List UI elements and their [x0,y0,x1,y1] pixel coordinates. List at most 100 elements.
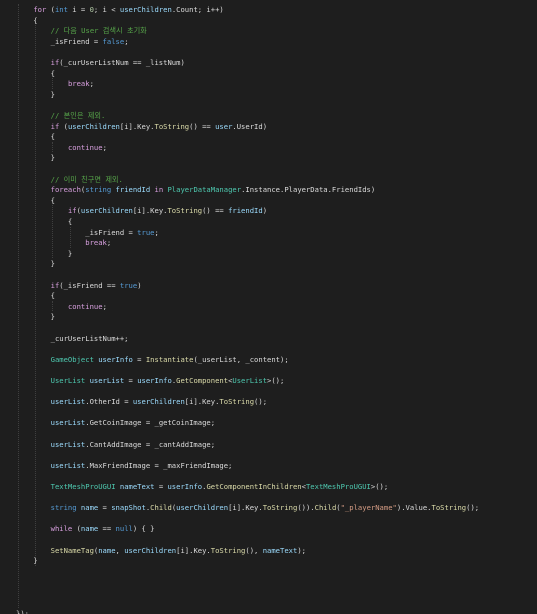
code-editor[interactable]: for (int i = 0; i < userChildren.Count; … [0,0,537,614]
code-token: int [54,5,68,14]
code-line[interactable]: continue; [16,301,107,312]
code-line[interactable]: { [16,68,55,79]
code-token: ; [102,142,107,152]
code-line[interactable]: if (userChildren[i].Key.ToString() == us… [16,121,267,132]
code-line[interactable]: } [16,258,55,269]
code-token: userChildren [124,545,177,555]
code-token: userInfo [137,376,172,385]
code-token: "_playerName" [340,503,397,513]
code-token: continue [67,301,103,311]
code-token: // 본인은 제외. [50,111,106,120]
code-token: userList [50,460,86,470]
code-token: UserList [232,376,268,385]
code-line[interactable]: userList.MaxFriendImage = _maxFriendImag… [16,460,233,471]
code-token: = [124,376,138,385]
code-token: userChildren [119,5,172,14]
code-line[interactable]: } [16,152,55,163]
code-line[interactable]: // 다음 User 검색시 초기화 [16,25,147,36]
code-line[interactable]: break; [16,78,94,89]
code-line[interactable]: SetNameTag(name, userChildren[i].Key.ToS… [16,545,306,556]
code-token: snapShot [111,503,146,513]
code-token: ; [154,227,159,237]
code-token: true [137,227,155,237]
code-token: .UserId) [232,121,268,131]
code-line[interactable]: _isFriend = true; [16,227,159,238]
code-token: ; [124,36,129,46]
code-line[interactable]: _curUserListNum++; [16,333,129,344]
code-line[interactable]: if(userChildren[i].Key.ToString() == fri… [16,205,267,216]
code-token: Child [314,503,337,513]
code-token: ; [89,79,94,89]
code-token: // 이미 친구면 제외. [50,174,123,184]
code-token: } [16,259,55,269]
code-line[interactable]: _isFriend = false; [16,36,129,47]
code-line[interactable]: continue; [16,142,107,153]
code-token: { [16,15,38,25]
code-line[interactable]: break; [16,237,111,248]
code-line[interactable]: if(_isFriend == true) [16,280,142,291]
code-token: friendId [115,185,151,195]
code-line[interactable]: } [16,311,55,322]
code-token: () == [202,206,229,216]
code-line[interactable]: foreach(string friendId in PlayerDataMan… [16,184,376,195]
code-token: ) { } [132,524,155,534]
code-line[interactable]: } [16,89,55,100]
code-line[interactable]: { [16,15,38,26]
code-line[interactable]: } [16,555,37,566]
code-token: null [115,524,133,534]
code-token: (); [254,397,268,407]
code-token: name [80,503,99,513]
code-line[interactable]: string name = snapShot.Child(userChildre… [16,502,479,513]
code-token: (); [466,503,480,513]
code-token: .CantAddImage = _cantAddImage; [85,439,216,449]
code-token: name [80,524,99,534]
code-line[interactable]: UserList userList = userInfo.GetComponen… [16,375,285,386]
code-line[interactable]: if(_curUserListNum == _listNum) [16,57,185,68]
code-line[interactable]: userList.GetCoinImage = _getCoinImage; [16,417,215,428]
code-token: in [154,185,164,195]
code-line[interactable]: while (name == null) { } [16,523,155,534]
code-token: if [50,280,60,290]
code-line[interactable]: } [16,248,72,259]
code-line[interactable]: GameObject userInfo = Instantiate(_userL… [16,354,289,365]
code-token: [i].Key. [228,503,263,513]
code-token: true [119,280,138,290]
code-token: } [16,312,55,322]
code-token: { [16,68,55,78]
code-line[interactable]: // 이미 친구면 제외. [16,174,123,185]
code-token: () == [189,121,216,131]
code-line[interactable]: userList.CantAddImage = _cantAddImage; [16,439,215,450]
code-line[interactable]: { [16,195,55,206]
code-token: break [85,238,107,248]
code-line[interactable]: userList.OtherId = userChildren[i].Key.T… [16,396,267,407]
code-line[interactable]: // 본인은 제외. [16,110,106,121]
code-line[interactable]: }); [16,608,29,614]
code-token: ; [102,301,107,311]
code-token: GameObject [50,354,94,364]
code-token: >(); [370,482,389,491]
code-line[interactable]: { [16,290,55,301]
code-line[interactable]: { [16,131,55,142]
code-token: ) [262,206,268,216]
code-token: .MaxFriendImage = _maxFriendImage; [85,460,233,470]
code-token: ToString [154,121,190,131]
code-token: i = [67,5,90,14]
code-token: friendId [228,206,263,216]
code-line[interactable]: for (int i = 0; i < userChildren.Count; … [16,4,223,15]
code-token: GetComponent [176,376,229,385]
code-token: [i].Key. [184,397,220,407]
code-token: string [50,503,77,513]
code-line[interactable]: { [16,216,72,227]
code-token: >(); [267,376,285,385]
code-line[interactable]: TextMeshProUGUI nameText = userInfo.GetC… [16,481,389,492]
